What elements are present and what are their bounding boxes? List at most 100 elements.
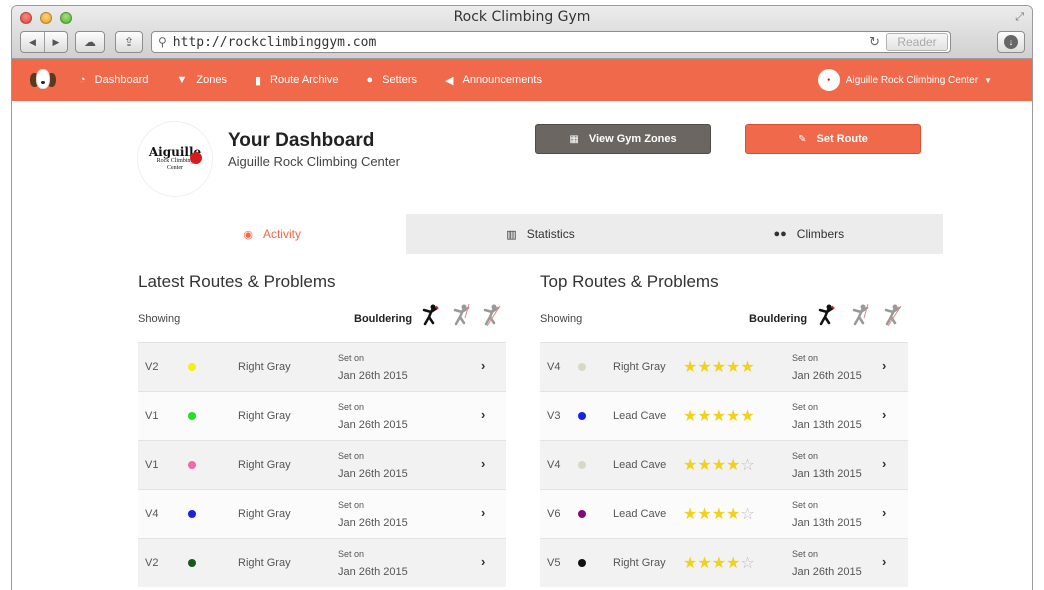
set-date: Jan 26th 2015 [338, 468, 408, 480]
route-row[interactable]: V3 Lead Cave ★★★★★ Set on Jan 13th 2015 › [540, 391, 908, 440]
latest-filter-row: Showing Bouldering [138, 298, 506, 342]
set-route-button[interactable]: ✎ Set Route [745, 124, 921, 154]
chevron-right-icon[interactable]: › [882, 505, 886, 520]
map-icon: ▦ [569, 133, 579, 145]
set-on-label: Set on [338, 353, 365, 363]
bouldering-filter-label: Bouldering [749, 313, 808, 325]
chevron-right-icon[interactable]: › [481, 456, 485, 471]
icloud-tabs-button[interactable]: ☁ [75, 31, 105, 53]
route-row[interactable]: V4 Right Gray ★★★★★ Set on Jan 26th 2015 › [540, 342, 908, 391]
route-location: Right Gray [238, 508, 291, 520]
chevron-right-icon[interactable]: › [882, 456, 886, 471]
tab-climbers[interactable]: ●● Climbers [674, 214, 943, 254]
chevron-right-icon[interactable]: › [481, 505, 485, 520]
star-filled-icon: ★ [740, 359, 755, 376]
view-gym-zones-button[interactable]: ▦ View Gym Zones [535, 124, 711, 154]
downloads-button[interactable]: ↓ [997, 31, 1025, 53]
star-empty-icon: ☆ [740, 555, 755, 572]
bouldering-climber-icon[interactable] [420, 304, 440, 328]
gym-switcher[interactable]: ● Aiguille Rock Climbing Center ▼ [817, 69, 992, 91]
window-title: Rock Climbing Gym [453, 9, 591, 25]
top-rope-climber-icon[interactable] [451, 303, 471, 328]
route-row[interactable]: V2 Right Gray Set on Jan 26th 2015 › [138, 538, 506, 587]
top-routes-list: V4 Right Gray ★★★★★ Set on Jan 26th 2015 › V3 L… [540, 342, 908, 587]
share-button[interactable]: ⇪ [115, 31, 143, 53]
nav-item-dashboard[interactable]: ◔ Dashboard [79, 74, 148, 86]
lead-climber-icon[interactable] [481, 304, 501, 328]
showing-label: Showing [540, 313, 583, 325]
route-row[interactable]: V2 Right Gray Set on Jan 26th 2015 › [138, 342, 506, 391]
bouldering-filter-label: Bouldering [354, 313, 413, 325]
nav-item-label: Dashboard [94, 74, 149, 86]
bouldering-climber-icon[interactable] [816, 304, 836, 328]
star-filled-icon: ★ [683, 457, 698, 474]
chevron-right-icon[interactable]: › [882, 407, 886, 422]
star-rating: ★★★★☆ [683, 504, 755, 524]
chevron-right-icon[interactable]: › [481, 554, 485, 569]
nav-item-route-archive[interactable]: ▮ Route Archive [255, 74, 339, 87]
book-icon: ▮ [254, 74, 262, 87]
route-location: Lead Cave [613, 459, 667, 471]
star-rating: ★★★★★ [683, 406, 755, 426]
view-gym-zones-label: View Gym Zones [588, 133, 677, 145]
top-rope-climber-icon[interactable] [850, 303, 870, 328]
route-grade: V3 [547, 410, 561, 422]
zones-icon: ▼ [176, 74, 188, 86]
top-filter-row: Showing Bouldering [540, 298, 908, 342]
star-filled-icon: ★ [726, 457, 741, 474]
set-date: Jan 13th 2015 [792, 517, 862, 529]
link-icon: ⚲ [158, 35, 167, 49]
tab-statistics[interactable]: ▥ Statistics [406, 214, 675, 254]
star-empty-icon: ☆ [740, 457, 755, 474]
group-icon: ●● [773, 228, 787, 240]
route-grade: V4 [547, 459, 561, 471]
users-icon: ● [366, 74, 374, 86]
chevron-down-icon: ▼ [984, 75, 992, 85]
activity-icon: ◉ [243, 228, 253, 241]
top-routes-title: Top Routes & Problems [540, 272, 719, 291]
route-row[interactable]: V1 Right Gray Set on Jan 26th 2015 › [138, 440, 506, 489]
route-row[interactable]: V6 Lead Cave ★★★★☆ Set on Jan 13th 2015 › [540, 489, 908, 538]
showing-label: Showing [138, 313, 181, 325]
forward-arrow-icon[interactable]: ▶ [44, 32, 67, 52]
chevron-right-icon[interactable]: › [882, 554, 886, 569]
set-date: Jan 26th 2015 [338, 419, 408, 431]
set-on-label: Set on [792, 451, 819, 461]
route-row[interactable]: V4 Right Gray Set on Jan 26th 2015 › [138, 489, 506, 538]
route-location: Right Gray [613, 557, 666, 569]
bar-chart-icon: ▥ [506, 228, 517, 241]
route-row[interactable]: V5 Right Gray ★★★★☆ Set on Jan 26th 2015 › [540, 538, 908, 587]
nav-item-zones[interactable]: ▼ Zones [176, 74, 226, 86]
star-filled-icon: ★ [697, 359, 712, 376]
star-filled-icon: ★ [711, 506, 727, 523]
app-logo-icon[interactable] [29, 68, 57, 92]
reload-icon[interactable]: ↻ [869, 34, 880, 50]
lead-climber-icon[interactable] [882, 304, 902, 328]
url-text[interactable]: http://rockclimbinggym.com [173, 35, 869, 50]
chevron-right-icon[interactable]: › [481, 407, 485, 422]
reader-button[interactable]: Reader [886, 33, 948, 51]
route-row[interactable]: V1 Right Gray Set on Jan 26th 2015 › [138, 391, 506, 440]
history-nav: ◀ ▶ [20, 31, 68, 53]
set-date: Jan 26th 2015 [338, 370, 408, 382]
chevron-right-icon[interactable]: › [481, 358, 485, 373]
route-grade: V2 [145, 557, 159, 569]
star-filled-icon: ★ [726, 506, 741, 523]
chevron-right-icon[interactable]: › [882, 358, 886, 373]
route-row[interactable]: V4 Lead Cave ★★★★☆ Set on Jan 13th 2015 › [540, 440, 908, 489]
back-arrow-icon[interactable]: ◀ [21, 32, 44, 52]
fullscreen-icon[interactable]: ⤢ [1015, 11, 1024, 24]
address-bar[interactable]: ⚲ http://rockclimbinggym.com ↻ Reader [151, 31, 951, 53]
hold-color-dot [578, 510, 586, 518]
hold-color-dot [188, 412, 196, 420]
browser-window: Rock Climbing Gym ⤢ ◀ ▶ ☁ ⇪ ⚲ http://roc… [11, 5, 1033, 590]
route-grade: V2 [145, 361, 159, 373]
tab-activity[interactable]: ◉ Activity [138, 214, 407, 254]
nav-item-setters[interactable]: ● Setters [367, 74, 418, 86]
nav-item-announcements[interactable]: ◀ Announcements [445, 74, 542, 87]
route-location: Right Gray [238, 459, 291, 471]
gym-name: Aiguille Rock Climbing Center [845, 74, 979, 86]
download-icon: ↓ [1004, 35, 1018, 49]
set-date: Jan 26th 2015 [792, 566, 862, 578]
star-filled-icon: ★ [683, 555, 698, 572]
